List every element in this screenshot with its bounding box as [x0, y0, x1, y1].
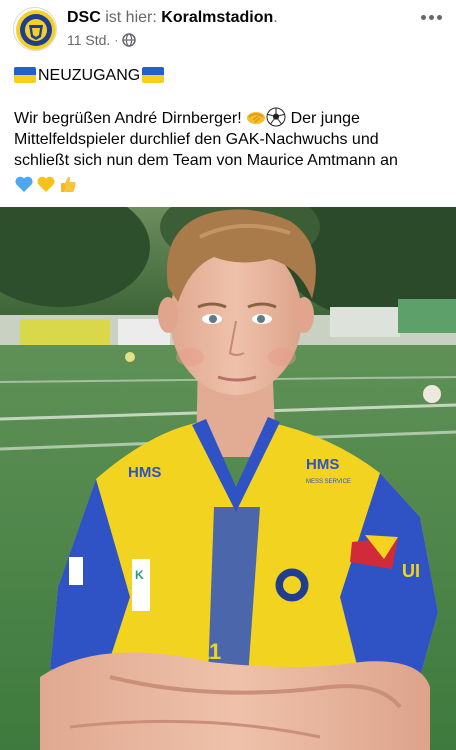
post-message: Wir begrüßen André Dirnberger! Der junge… — [14, 107, 446, 195]
chest-sponsor-sub: MESS SERVICE — [306, 479, 351, 485]
yellow-heart-icon — [37, 176, 55, 192]
post-photo[interactable]: HMS HMS MESS SERVICE K UI 11 — [0, 207, 456, 750]
place-suffix: . — [273, 9, 278, 26]
handshake-icon — [247, 112, 266, 124]
shirt-number: 11 — [198, 639, 221, 664]
ukraine-flag-icon — [142, 67, 165, 83]
post-header: DSC ist hier: Koralmstadion. 11 Std. · — [0, 0, 456, 58]
place-link[interactable]: Koralmstadion — [161, 9, 273, 26]
post-time[interactable]: 11 Std. — [67, 31, 110, 49]
more-options-button[interactable] — [416, 6, 446, 28]
message-line: Mittelfeldspieler durchlief den GAK-Nach… — [14, 131, 379, 148]
message-text: Der junge — [290, 110, 360, 127]
message-line: Wir begrüßen André Dirnberger! Der junge — [14, 107, 446, 129]
message-line: schließt sich nun dem Team von Maurice A… — [14, 152, 398, 169]
sleeve-sponsor-right: UI — [402, 561, 420, 581]
club-crest-icon — [16, 10, 56, 50]
sleeve-sponsor-left: K — [135, 568, 144, 582]
message-text: Wir begrüßen André Dirnberger! — [14, 110, 242, 127]
globe-icon — [122, 33, 137, 47]
player-photo: HMS HMS MESS SERVICE K UI 11 — [0, 207, 456, 750]
post-header-text: DSC ist hier: Koralmstadion. 11 Std. · — [67, 8, 387, 49]
soccer-ball-icon — [266, 107, 286, 127]
meta-separator: · — [114, 33, 119, 47]
blue-heart-icon — [15, 176, 33, 192]
chest-sponsor-left: HMS — [128, 464, 161, 481]
post-body: NEUZUGANG Wir begrüßen André Dirnberger!… — [14, 64, 446, 195]
page-avatar[interactable] — [13, 7, 57, 51]
thumbs-up-icon — [61, 176, 76, 192]
post-meta: 11 Std. · — [67, 31, 387, 49]
post-title: DSC ist hier: Koralmstadion. — [67, 8, 387, 28]
headline-text: NEUZUGANG — [38, 66, 141, 84]
emoji-row — [14, 173, 446, 195]
chest-sponsor-right: HMS — [306, 456, 339, 473]
ukraine-flag-icon — [14, 67, 36, 83]
more-horizontal-icon — [420, 14, 426, 20]
page-name-link[interactable]: DSC — [67, 9, 101, 26]
check-in-verb: ist hier: — [105, 9, 157, 26]
post-headline: NEUZUGANG — [14, 64, 446, 86]
